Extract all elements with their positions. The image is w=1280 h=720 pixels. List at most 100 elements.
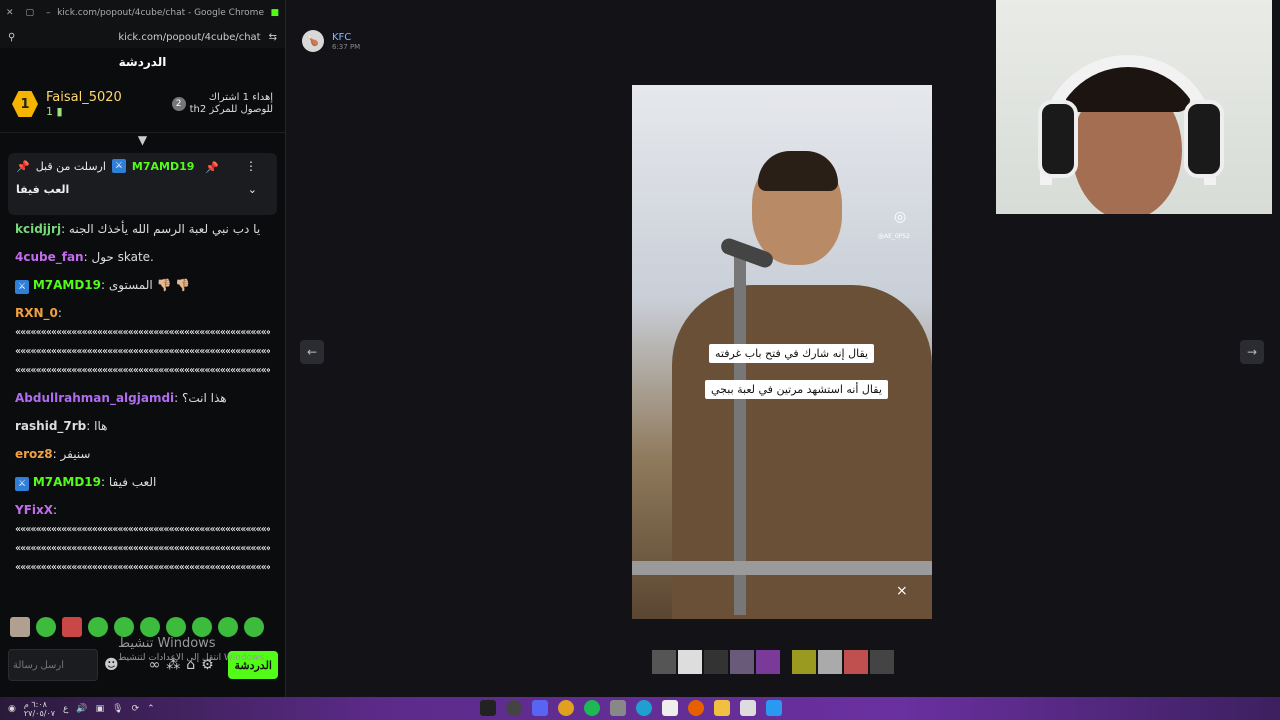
emote[interactable] [36, 617, 56, 637]
chat-message-list: kcidjjrj: يا دب نبي لعبة الرسم الله يأخذ… [0, 215, 285, 577]
app-edge-icon[interactable] [636, 700, 652, 716]
browser-titlebar: ✕ ▢ – kick.com/popout/4cube/chat - Googl… [0, 0, 285, 26]
chat-username[interactable]: RXN_0 [15, 306, 58, 320]
gifter-rank: 1 [20, 96, 30, 112]
chat-message-text: حول skate. [91, 250, 154, 264]
address-url[interactable]: kick.com/popout/4cube/chat [118, 32, 260, 43]
notification-icon[interactable]: ◉ [8, 704, 16, 714]
emote[interactable] [114, 617, 134, 637]
app-generic-icon[interactable] [610, 700, 626, 716]
language-indicator[interactable]: ع [63, 704, 68, 714]
gift-goal-line1: إهداء 1 اشتراك [208, 92, 273, 103]
chat-username[interactable]: M7AMD19 [33, 278, 101, 292]
gift-count: 1 ▮ [46, 105, 122, 118]
pinned-header: 📌 ارسلت من قبل ⚔ M7AMD19 [16, 159, 269, 173]
gift-goal-line2: thللوصول للمركز 2 [189, 104, 273, 115]
gifter-name[interactable]: Faisal_5020 [46, 90, 122, 105]
author-avatar[interactable]: 🍗 [302, 30, 324, 52]
chat-username[interactable]: eroz8 [15, 447, 53, 461]
emote[interactable] [62, 617, 82, 637]
clock-date: ٢٧/٠٥/٠٧ [23, 708, 56, 718]
chat-message-text: المستوى 👎🏼 👎🏼 [108, 278, 191, 292]
maximize-window-icon[interactable]: ▢ [26, 8, 35, 18]
thumbnail[interactable] [870, 650, 894, 674]
chat-username[interactable]: kcidjjrj [15, 222, 61, 236]
volume-icon[interactable]: 🔊 [76, 704, 87, 714]
minimize-window-icon[interactable]: – [46, 8, 51, 18]
thumbnail[interactable] [652, 650, 676, 674]
thumbnail[interactable] [730, 650, 754, 674]
media-image[interactable]: ◎ @AE_0P52 يقال إنه شارك في فتح باب غرفت… [632, 85, 932, 619]
thumbnail[interactable] [756, 650, 780, 674]
chat-username[interactable]: rashid_7rb [15, 419, 86, 433]
author-name[interactable]: KFC [332, 32, 360, 43]
expand-chevron-icon[interactable]: ⌄ [248, 183, 257, 196]
pinned-message[interactable]: 📌 ارسلت من قبل ⚔ M7AMD19 العب فيفا 📌 ⋮ ⌄ [8, 153, 277, 215]
thumbnail[interactable] [792, 650, 816, 674]
emoji-flood-line: ««««««««««««««««««««««««««««««««««««««««… [15, 365, 270, 376]
instagram-icon: ◎ [894, 209, 907, 225]
emote[interactable] [10, 617, 30, 637]
chat-message: ⚔ M7AMD19: المستوى 👎🏼 👎🏼 [15, 275, 270, 295]
more-options-icon[interactable]: ⋮ [245, 159, 257, 173]
instagram-handle: @AE_0P52 [878, 233, 910, 240]
gift-goal-rank: 2 [175, 99, 182, 109]
start-windows-icon[interactable] [766, 700, 782, 716]
search-icon[interactable]: ⚲ [8, 32, 15, 43]
emote[interactable] [88, 617, 108, 637]
chat-username[interactable]: Abdullrahman_algjamdi [15, 391, 174, 405]
app-spotify-icon[interactable] [584, 700, 600, 716]
chat-message-text: يا دب نبي لعبة الرسم الله يأخذك الجنه [68, 222, 261, 236]
caption-1: يقال إنه شارك في فتح باب غرفته [709, 344, 875, 363]
emote[interactable] [244, 617, 264, 637]
app-store-icon[interactable] [740, 700, 756, 716]
app-discord-icon[interactable] [532, 700, 548, 716]
post-time: 6:37 PM [332, 42, 361, 51]
colon: : [53, 503, 58, 517]
app-obs-icon[interactable] [506, 700, 522, 716]
chat-username[interactable]: 4cube_fan [15, 250, 84, 264]
tray-expand-icon[interactable]: ⌃ [147, 704, 155, 714]
emote[interactable] [140, 617, 160, 637]
app-terminal-icon[interactable] [480, 700, 496, 716]
next-arrow-icon[interactable]: → [1240, 340, 1264, 364]
collapse-chevron-icon[interactable]: ▼ [0, 133, 285, 147]
app-firefox-icon[interactable] [688, 700, 704, 716]
app-explorer-icon[interactable] [714, 700, 730, 716]
thumbnail[interactable] [704, 650, 728, 674]
windows-taskbar: ◉ ٦:٠٨ م ٢٧/٠٥/٠٧ ع 🔊 ▣ 🎙 ⟳ ⌃ [0, 697, 1280, 720]
rank-2-badge: 2 [171, 97, 186, 111]
pinned-username[interactable]: M7AMD19 [132, 160, 195, 173]
thumbnail[interactable] [678, 650, 702, 674]
emote[interactable] [218, 617, 238, 637]
sync-icon[interactable]: ⟳ [132, 704, 140, 714]
emote[interactable] [192, 617, 212, 637]
close-window-icon[interactable]: ✕ [6, 8, 14, 18]
chat-username[interactable]: M7AMD19 [33, 475, 101, 489]
emoji-flood-line: ««««««««««««««««««««««««««««««««««««««««… [15, 327, 270, 338]
previous-arrow-icon[interactable]: ← [300, 340, 324, 364]
pinned-by-label: ارسلت من قبل [35, 159, 106, 173]
chrome-logo-icon: ■ [270, 8, 279, 18]
thumbnail[interactable] [818, 650, 842, 674]
thumbnail-gap [782, 650, 790, 674]
network-icon[interactable]: ▣ [96, 704, 105, 714]
clock[interactable]: ٦:٠٨ م ٢٧/٠٥/٠٧ [24, 700, 55, 718]
chat-message: YFixX: «««««««««««««««««««««««««««««««««… [15, 500, 270, 577]
chat-message: kcidjjrj: يا دب نبي لعبة الرسم الله يأخذ… [15, 219, 270, 239]
emoji-icon[interactable]: ☻ [104, 657, 119, 673]
chat-message: RXN_0: «««««««««««««««««««««««««««««««««… [15, 303, 270, 380]
activation-subtitle: انتقل إلى الإعدادات لتنشيط Windows. [118, 653, 267, 663]
tune-icon[interactable]: ⇆ [269, 32, 277, 43]
thumbnail[interactable] [844, 650, 868, 674]
chat-message-text: سنيفر [60, 447, 91, 461]
chat-message-input[interactable] [8, 649, 98, 681]
microphone-icon[interactable]: 🎙 [112, 704, 123, 714]
app-clapper-icon[interactable] [662, 700, 678, 716]
app-chrome-icon[interactable] [558, 700, 574, 716]
emoji-flood-line: ««««««««««««««««««««««««««««««««««««««««… [15, 524, 270, 535]
chat-popup-window: ✕ ▢ – kick.com/popout/4cube/chat - Googl… [0, 0, 286, 697]
chat-username[interactable]: YFixX [15, 503, 53, 517]
emote[interactable] [166, 617, 186, 637]
unpin-icon[interactable]: 📌 [205, 161, 219, 174]
